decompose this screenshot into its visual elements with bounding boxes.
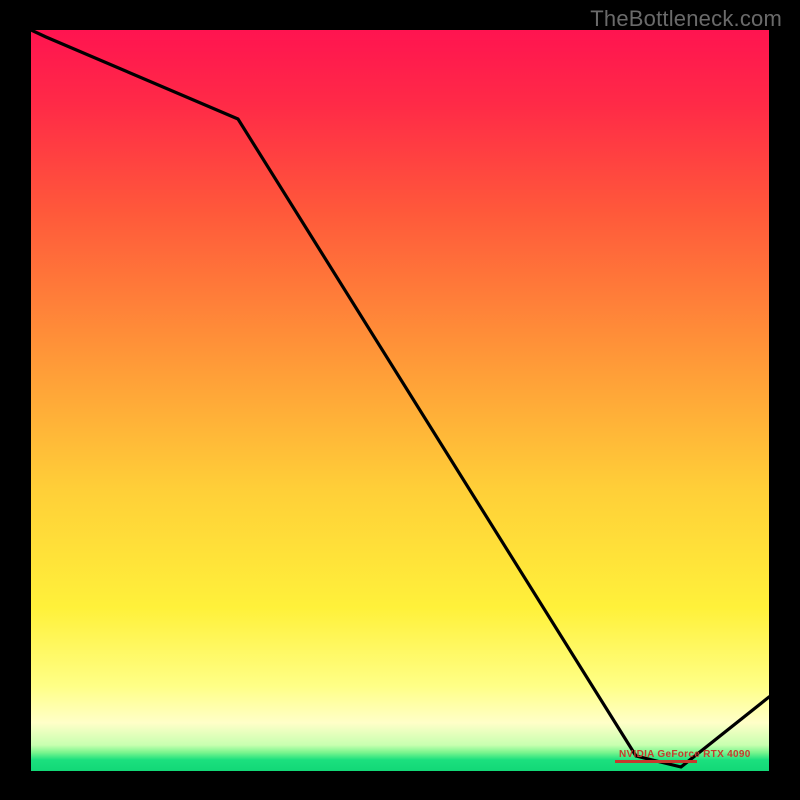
plot-area: NVIDIA GeForce RTX 4090 — [31, 30, 769, 771]
gpu-marker-label: NVIDIA GeForce RTX 4090 — [619, 749, 751, 760]
bottleneck-curve — [31, 30, 769, 771]
plot-frame: NVIDIA GeForce RTX 4090 — [20, 30, 780, 782]
watermark-text: TheBottleneck.com — [590, 6, 782, 32]
